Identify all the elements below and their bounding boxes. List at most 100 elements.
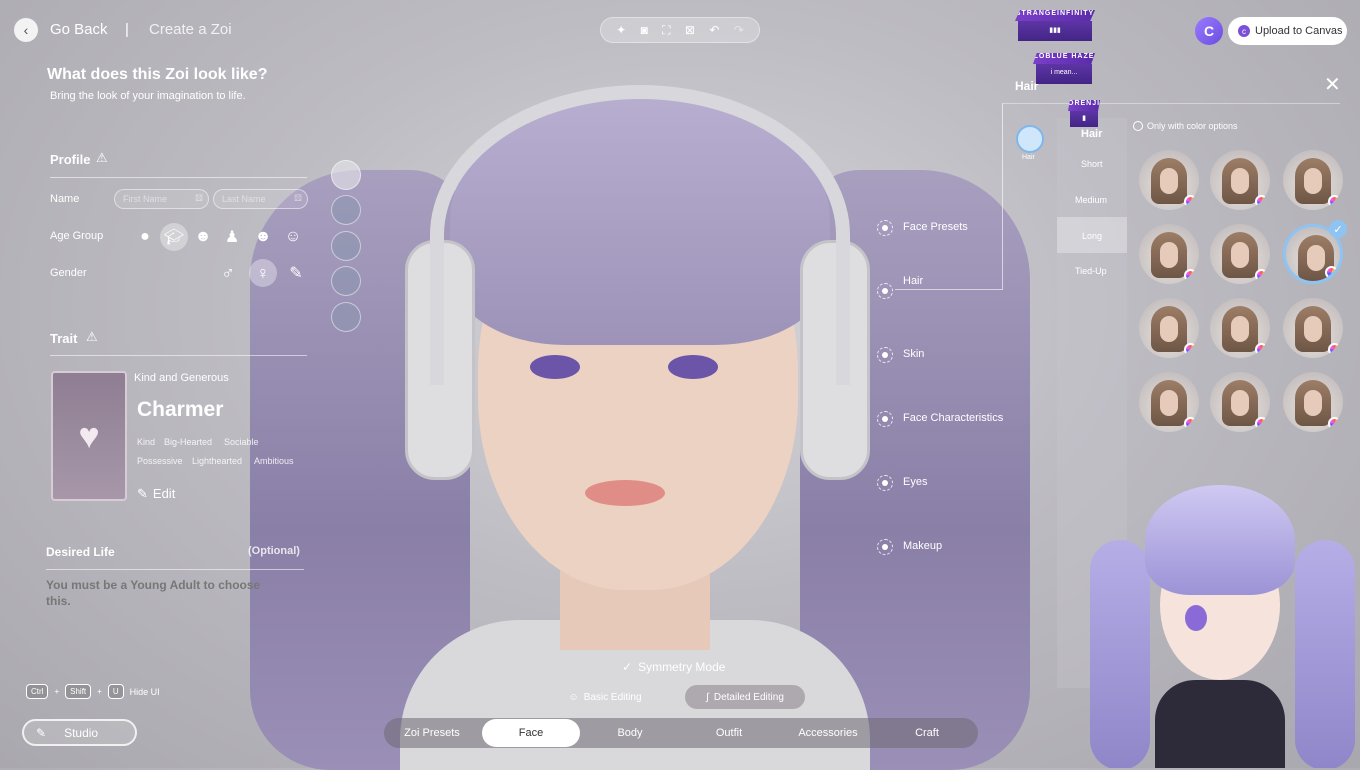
outfit-bottom-icon[interactable]: [331, 195, 361, 225]
length-tied-up[interactable]: Tied-Up: [1075, 266, 1107, 276]
close-icon[interactable]: ✕: [1324, 72, 1341, 97]
color-wheel-icon: [1328, 343, 1341, 356]
category-face-characteristics[interactable]: Face Characteristics: [877, 411, 1003, 427]
color-wheel-icon: [1255, 195, 1268, 208]
studio-button[interactable]: ✎ Studio: [22, 719, 137, 746]
hair-option[interactable]: [1139, 298, 1199, 358]
hair-option[interactable]: [1283, 372, 1343, 432]
male-icon[interactable]: ♂: [214, 259, 242, 287]
shoes-icon[interactable]: [331, 266, 361, 296]
first-name-placeholder: First Name: [123, 194, 168, 204]
plus: +: [97, 687, 102, 696]
category-makeup[interactable]: Makeup: [877, 539, 942, 555]
hair-option[interactable]: [1210, 298, 1270, 358]
plus: +: [54, 687, 60, 696]
age-elder-icon[interactable]: ☺: [279, 223, 307, 251]
studio-label: Studio: [64, 725, 99, 740]
symmetry-mode-toggle[interactable]: ✓ Symmetry Mode: [622, 660, 725, 674]
length-long[interactable]: Long: [1082, 231, 1102, 241]
upload-to-canvas-button[interactable]: c Upload to Canvas: [1228, 17, 1347, 45]
first-name-input[interactable]: First Name ⚄: [114, 189, 209, 209]
trait-subtitle: Kind and Generous: [134, 372, 229, 384]
edit-gender-icon[interactable]: ✎: [282, 259, 310, 287]
color-wheel-icon: [1255, 269, 1268, 282]
hair-option[interactable]: [1210, 150, 1270, 210]
trait-card[interactable]: ♥: [51, 371, 127, 501]
optional-label: (Optional): [248, 545, 300, 557]
female-icon[interactable]: ♀: [249, 259, 277, 287]
hair-option[interactable]: [1139, 150, 1199, 210]
chat-username: STRANGEINFINITY: [1015, 10, 1095, 21]
chat-message: i mean...: [1036, 64, 1092, 84]
length-medium[interactable]: Medium: [1075, 195, 1107, 205]
redo-icon[interactable]: ↷: [734, 23, 744, 37]
tab-face[interactable]: Face: [482, 719, 580, 747]
detailed-editing-label: Detailed Editing: [713, 691, 784, 703]
dice-icon[interactable]: ⚄: [195, 193, 203, 204]
key-shift: Shift: [65, 684, 92, 699]
age-child-icon[interactable]: 🎓︎: [160, 223, 188, 251]
tab-zoi-presets[interactable]: Zoi Presets: [384, 720, 480, 746]
focus-icon[interactable]: ⊠: [685, 23, 695, 37]
tab-craft[interactable]: Craft: [878, 720, 976, 746]
color-wheel-icon: [1325, 266, 1338, 279]
length-short[interactable]: Short: [1081, 159, 1103, 169]
tab-accessories[interactable]: Accessories: [778, 720, 878, 746]
edit-label: Edit: [152, 486, 176, 501]
symmetry-label: Symmetry Mode: [638, 660, 726, 674]
undo-icon[interactable]: ↶: [709, 23, 719, 37]
color-options-checkbox[interactable]: Only with color options: [1133, 121, 1238, 131]
tab-body[interactable]: Body: [580, 720, 680, 746]
detailed-editing-button[interactable]: ∫ Detailed Editing: [685, 685, 805, 709]
intro-heading: What does this Zoi look like?: [47, 66, 268, 83]
tab-outfit[interactable]: Outfit: [680, 720, 778, 746]
color-wheel-icon: [1328, 195, 1341, 208]
wand-icon: ✎: [36, 725, 47, 740]
hair-option[interactable]: [1210, 224, 1270, 284]
edit-icon: ✎: [137, 486, 148, 501]
desired-life-message: You must be a Young Adult to choose this…: [46, 578, 261, 608]
age-infant-icon[interactable]: ●: [131, 223, 159, 251]
category-eyes[interactable]: Eyes: [877, 475, 927, 491]
hair-option[interactable]: [1210, 372, 1270, 432]
hair-option[interactable]: [1283, 298, 1343, 358]
color-wheel-icon: [1255, 417, 1268, 430]
sparkle-icon[interactable]: ✦: [616, 23, 626, 37]
color-wheel-icon: [1184, 195, 1197, 208]
headphones-icon[interactable]: [331, 302, 361, 332]
go-back-button[interactable]: ‹: [14, 18, 38, 42]
color-wheel-icon: [1184, 417, 1197, 430]
hair-option[interactable]: [1283, 150, 1343, 210]
profile-curve-icon: ∫: [706, 691, 709, 703]
age-young-adult-icon[interactable]: ♟: [218, 223, 246, 251]
hair-option[interactable]: [1139, 372, 1199, 432]
age-teen-icon[interactable]: ☻: [189, 223, 217, 251]
streamer-avatar: [1080, 480, 1360, 768]
basic-editing-button[interactable]: ☺ Basic Editing: [540, 685, 670, 709]
camera-icon[interactable]: ◙: [641, 23, 648, 37]
divider: [46, 569, 304, 570]
edit-trait-button[interactable]: ✎ Edit: [137, 486, 175, 502]
hide-ui-shortcut: Ctrl + Shift + U Hide UI: [26, 684, 160, 699]
hair-category-icon[interactable]: [1016, 125, 1044, 153]
dice-icon[interactable]: ⚄: [294, 193, 302, 204]
outfit-top-icon[interactable]: [331, 160, 361, 190]
divider: [50, 355, 307, 356]
go-back-label[interactable]: Go Back: [50, 21, 108, 38]
frame-icon[interactable]: ⛶: [662, 23, 670, 38]
warning-icon: ⚠: [96, 150, 108, 165]
selected-check-icon: ✓: [1329, 220, 1347, 238]
hair-panel-title: Hair: [1015, 79, 1039, 93]
age-adult-icon[interactable]: ☻: [249, 223, 277, 251]
color-wheel-icon: [1328, 417, 1341, 430]
intro-subheading: Bring the look of your imagination to li…: [50, 90, 246, 102]
canvas-logo-icon[interactable]: C: [1195, 17, 1223, 45]
hair-option[interactable]: [1139, 224, 1199, 284]
connector-line: [895, 103, 1003, 290]
page-title: Create a Zoi: [149, 21, 232, 38]
category-skin[interactable]: Skin: [877, 347, 924, 363]
length-list-title: Hair: [1081, 128, 1103, 140]
last-name-input[interactable]: Last Name ⚄: [213, 189, 308, 209]
socks-icon[interactable]: [331, 231, 361, 261]
hide-ui-label: Hide UI: [129, 686, 160, 697]
